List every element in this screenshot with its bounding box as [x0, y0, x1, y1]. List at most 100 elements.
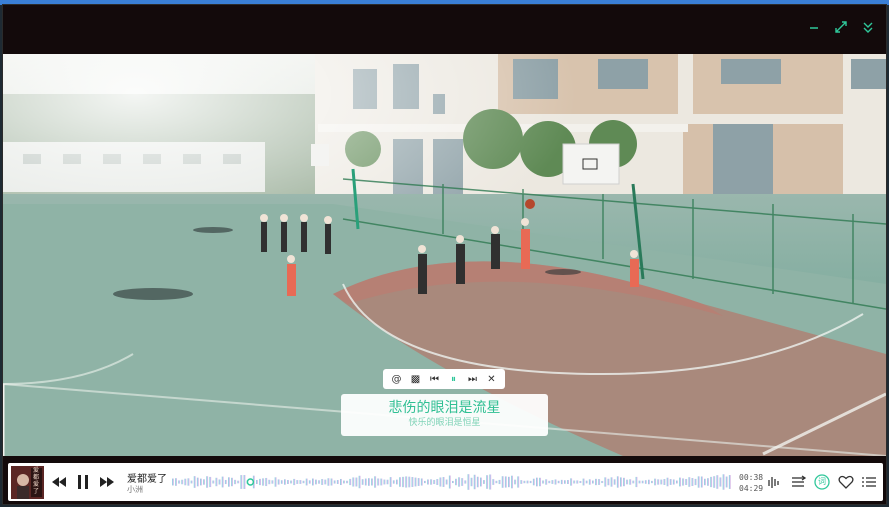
waveform-bar	[620, 477, 622, 487]
lyrics-toggle-button[interactable]: 词	[814, 474, 830, 490]
lyric-style-button[interactable]: ▩	[409, 372, 423, 386]
expand-icon	[835, 21, 847, 33]
waveform-bar	[632, 480, 635, 484]
waveform-bar	[256, 479, 258, 484]
lyric-at-button[interactable]: @	[390, 372, 404, 386]
waveform-bar	[486, 475, 489, 489]
waveform-bar	[206, 476, 209, 488]
waveform-bar	[231, 477, 233, 487]
waveform-bar	[520, 480, 523, 484]
waveform-bar	[498, 479, 501, 485]
next-button[interactable]	[99, 474, 115, 490]
waveform-bar	[464, 480, 467, 484]
play-mode-button[interactable]	[791, 474, 807, 490]
waveform-bar	[221, 476, 224, 488]
total-duration: 04:29	[739, 484, 764, 493]
waveform-bar	[489, 474, 492, 490]
waveform-bar	[700, 476, 703, 488]
waveform-bar	[654, 478, 657, 486]
equalizer-button[interactable]	[766, 474, 782, 490]
elapsed-time: 00:38	[739, 473, 764, 482]
waveform-bar	[383, 479, 386, 485]
previous-button[interactable]	[51, 474, 67, 490]
waveform-bar	[648, 479, 650, 485]
playlist-button[interactable]	[861, 474, 877, 490]
waveform-bar	[473, 474, 476, 490]
current-lyric-line: 悲伤的眼泪是流星	[388, 400, 501, 416]
waveform-bar	[268, 479, 271, 485]
waveform-bar	[666, 477, 669, 487]
waveform-bar	[290, 480, 293, 484]
waveform-bar	[405, 476, 408, 488]
waveform-bar	[582, 478, 585, 486]
waveform-bar	[399, 477, 401, 487]
minimize-button[interactable]	[806, 19, 822, 35]
waveform-bar	[324, 479, 327, 485]
album-cover-text: 爱都爱了	[33, 467, 40, 495]
waveform-bar	[526, 480, 529, 484]
waveform-progress-bar[interactable]	[172, 471, 732, 493]
waveform-bar	[302, 480, 305, 484]
waveform-bar	[380, 478, 383, 486]
waveform-bar	[476, 476, 479, 488]
waveform-bar	[420, 478, 423, 486]
waveform-bar	[663, 479, 666, 485]
lyric-prev-button[interactable]: ⏮	[428, 372, 442, 386]
waveform-bar	[682, 478, 685, 486]
mv-video[interactable]: @ ▩ ⏮ ⏸ ⏭ ✕ 悲伤的眼泪是流星 快乐的眼泪是恒星	[3, 54, 886, 456]
pause-button[interactable]	[75, 474, 91, 490]
lyric-next-button[interactable]: ⏭	[466, 372, 480, 386]
waveform-bar	[448, 475, 451, 489]
waveform-bar	[358, 475, 361, 489]
waveform-bar	[458, 477, 461, 487]
waveform-bar	[691, 478, 694, 486]
album-cover[interactable]: 爱都爱了	[11, 466, 44, 499]
waveform-bar	[259, 478, 261, 486]
lyric-close-button[interactable]: ✕	[485, 372, 499, 386]
waveform-bar	[523, 480, 526, 484]
waveform-bar	[588, 479, 591, 485]
waveform-bar	[262, 478, 265, 486]
waveform-bar	[651, 480, 653, 484]
waveform-bar	[402, 476, 405, 488]
waveform-bar	[296, 480, 299, 484]
waveform-bar	[417, 478, 420, 486]
waveform-bar	[452, 480, 454, 484]
collapse-button[interactable]	[860, 19, 876, 35]
waveform-bar	[271, 480, 274, 484]
waveform-bar	[287, 480, 289, 484]
waveform-bar	[181, 479, 184, 485]
waveform-bar	[427, 479, 429, 485]
waveform-bar	[274, 477, 277, 487]
waveform-bar	[501, 476, 504, 488]
waveform-bar	[508, 476, 510, 488]
waveform-bar	[592, 480, 594, 484]
waveform-bar	[697, 476, 700, 488]
waveform-bar	[293, 478, 296, 486]
pause-icon	[78, 475, 88, 489]
waveform-bar	[461, 478, 464, 486]
waveform-bar	[551, 480, 554, 484]
sound-effect-icon	[768, 477, 779, 488]
waveform-bar	[196, 477, 199, 487]
waveform-bar	[439, 477, 442, 487]
waveform-bar	[560, 479, 563, 485]
song-title[interactable]: 爱都爱了	[127, 470, 167, 485]
waveform-bar	[570, 478, 573, 486]
music-player-window: @ ▩ ⏮ ⏸ ⏭ ✕ 悲伤的眼泪是流星 快乐的眼泪是恒星 爱都爱了 爱都爱了 …	[2, 4, 887, 505]
fullscreen-button[interactable]	[833, 19, 849, 35]
waveform-bar	[346, 480, 349, 484]
waveform-bar	[349, 478, 352, 486]
song-artist[interactable]: 小洲	[127, 484, 143, 495]
waveform-bar	[333, 480, 336, 484]
waveform-bar	[284, 479, 286, 485]
waveform-bar	[595, 478, 597, 486]
waveform-bar	[396, 479, 398, 485]
waveform-bar	[455, 478, 457, 486]
waveform-bar	[305, 478, 308, 486]
waveform-bar	[470, 477, 473, 487]
lyric-pause-button[interactable]: ⏸	[447, 372, 461, 386]
waveform-bar	[495, 480, 498, 484]
favorite-button[interactable]	[838, 474, 854, 490]
previous-icon	[52, 477, 66, 487]
